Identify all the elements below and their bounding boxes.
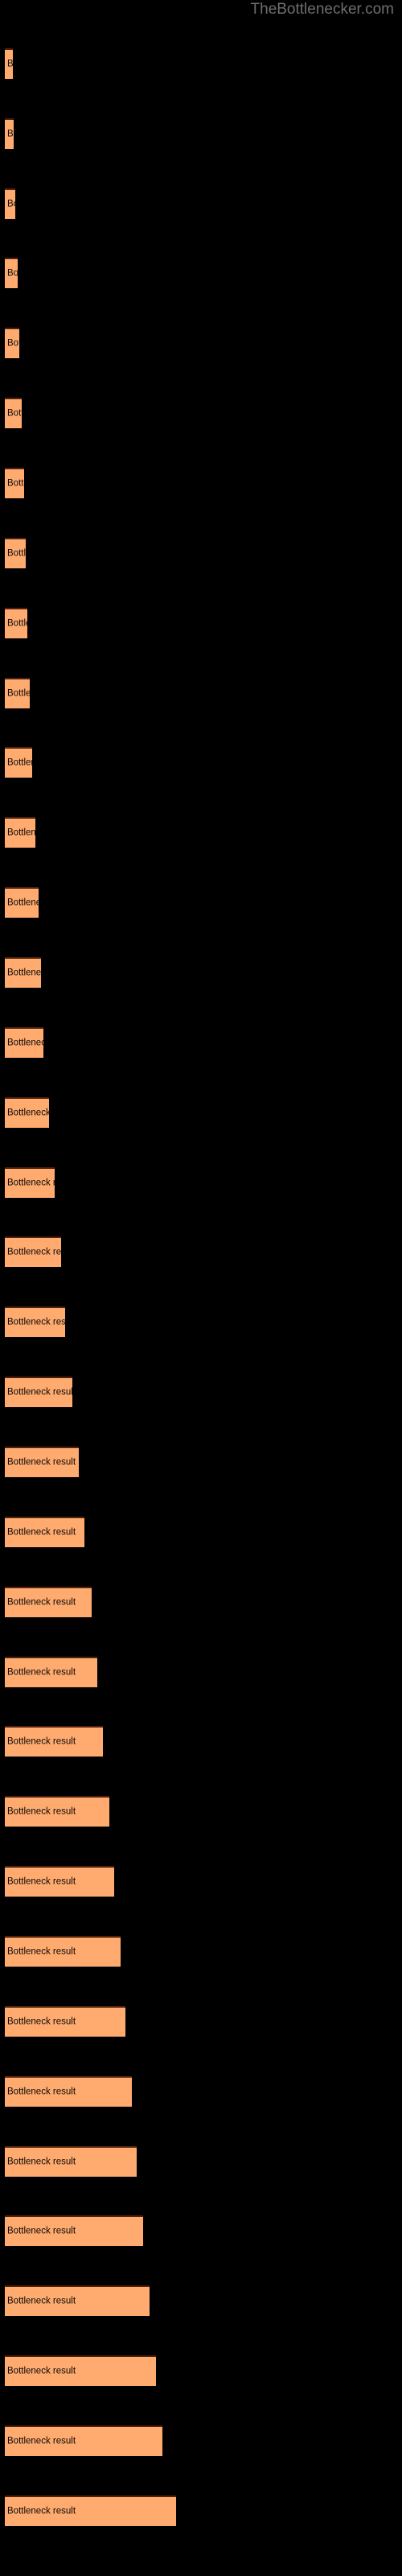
bar-label: Bottleneck result	[7, 1876, 76, 1887]
bars-layer: Bottleneck result Bottleneck result Bottle…	[0, 0, 402, 2576]
bar[interactable]: Bottleneck result	[5, 2215, 143, 2246]
bar-label: Bottleneck result	[7, 1108, 49, 1118]
bar-label: Bottleneck result	[7, 2226, 76, 2236]
bar[interactable]: Bottleneck result	[5, 887, 39, 918]
bar[interactable]: Bottleneck result	[5, 188, 15, 219]
bar-label: Bottleneck result	[7, 408, 22, 419]
bar[interactable]: Bottleneck result	[5, 1726, 103, 1757]
bar[interactable]: Bottleneck result	[5, 2006, 125, 2037]
bar[interactable]: Bottleneck result	[5, 1517, 84, 1547]
bar[interactable]: Bottleneck result	[5, 1027, 43, 1058]
bar-label: Bottleneck result	[7, 2087, 76, 2097]
bar[interactable]: Bottleneck result	[5, 2285, 150, 2316]
bar-label: Bottleneck result	[7, 1178, 55, 1188]
bar-label: Bottleneck result	[7, 199, 15, 209]
bar[interactable]: Bottleneck result	[5, 398, 22, 428]
bar[interactable]: Bottleneck result	[5, 1866, 114, 1897]
bar-label: Bottleneck result	[7, 548, 26, 559]
bar-label: Bottleneck result	[7, 478, 24, 489]
bar-label: Bottleneck result	[7, 59, 13, 69]
bar-label: Bottleneck result	[7, 2366, 76, 2376]
bar-label: Bottleneck result	[7, 2157, 76, 2167]
bar[interactable]: Bottleneck result	[5, 2496, 176, 2526]
bar-label: Bottleneck result	[7, 2436, 76, 2446]
bar[interactable]: Bottleneck result	[5, 1097, 49, 1128]
bar-label: Bottleneck result	[7, 618, 27, 629]
bar-label: Bottleneck result	[7, 688, 30, 699]
bar-label: Bottleneck result	[7, 1667, 76, 1678]
bar[interactable]: Bottleneck result	[5, 1657, 97, 1687]
bar-label: Bottleneck result	[7, 1527, 76, 1538]
bar[interactable]: Bottleneck result	[5, 538, 26, 568]
bar-label: Bottleneck result	[7, 1317, 65, 1327]
bar[interactable]: Bottleneck result	[5, 957, 41, 988]
bar[interactable]: Bottleneck result	[5, 48, 13, 79]
bar[interactable]: Bottleneck result	[5, 328, 19, 358]
bar[interactable]: Bottleneck result	[5, 747, 32, 778]
bar-label: Bottleneck result	[7, 129, 14, 139]
bar-label: Bottleneck result	[7, 2017, 76, 2027]
bar[interactable]: Bottleneck result	[5, 1377, 72, 1407]
bar[interactable]: Bottleneck result	[5, 1587, 92, 1617]
bar[interactable]: Bottleneck result	[5, 1167, 55, 1198]
bar[interactable]: Bottleneck result	[5, 468, 24, 498]
bar-label: Bottleneck result	[7, 1806, 76, 1817]
bar-label: Bottleneck result	[7, 2506, 76, 2516]
bar-label: Bottleneck result	[7, 758, 32, 768]
bar[interactable]: Bottleneck result	[5, 1307, 65, 1337]
bar-label: Bottleneck result	[7, 2296, 76, 2306]
bar-label: Bottleneck result	[7, 1247, 61, 1257]
bar-label: Bottleneck result	[7, 338, 19, 349]
bar-label: Bottleneck result	[7, 1597, 76, 1608]
bar-label: Bottleneck result	[7, 968, 41, 978]
bar-label: Bottleneck result	[7, 1736, 76, 1747]
bar-label: Bottleneck result	[7, 1946, 76, 1957]
bar[interactable]: Bottleneck result	[5, 2076, 132, 2107]
bar[interactable]: Bottleneck result	[5, 2425, 162, 2456]
bar[interactable]: Bottleneck result	[5, 2146, 137, 2177]
bar-label: Bottleneck result	[7, 268, 18, 279]
bar[interactable]: Bottleneck result	[5, 258, 18, 288]
bar[interactable]: Bottleneck result	[5, 1796, 109, 1827]
bar-label: Bottleneck result	[7, 1038, 43, 1048]
bar-label: Bottleneck result	[7, 1457, 76, 1468]
bar[interactable]: Bottleneck result	[5, 118, 14, 149]
bar-label: Bottleneck result	[7, 898, 39, 908]
bar[interactable]: Bottleneck result	[5, 1447, 79, 1477]
bar-chart: TheBottlenecker.com Bottleneck resultBot…	[0, 0, 402, 2576]
bar-label: Bottleneck result	[7, 828, 35, 838]
bar[interactable]: Bottleneck result	[5, 2355, 156, 2386]
bar[interactable]: Bottleneck result	[5, 1936, 121, 1967]
bar[interactable]: Bottleneck result	[5, 817, 35, 848]
bar-label: Bottleneck result	[7, 1387, 72, 1397]
bar[interactable]: Bottleneck result	[5, 1236, 61, 1267]
bar[interactable]: Bottleneck result	[5, 608, 27, 638]
bar[interactable]: Bottleneck result	[5, 678, 30, 708]
